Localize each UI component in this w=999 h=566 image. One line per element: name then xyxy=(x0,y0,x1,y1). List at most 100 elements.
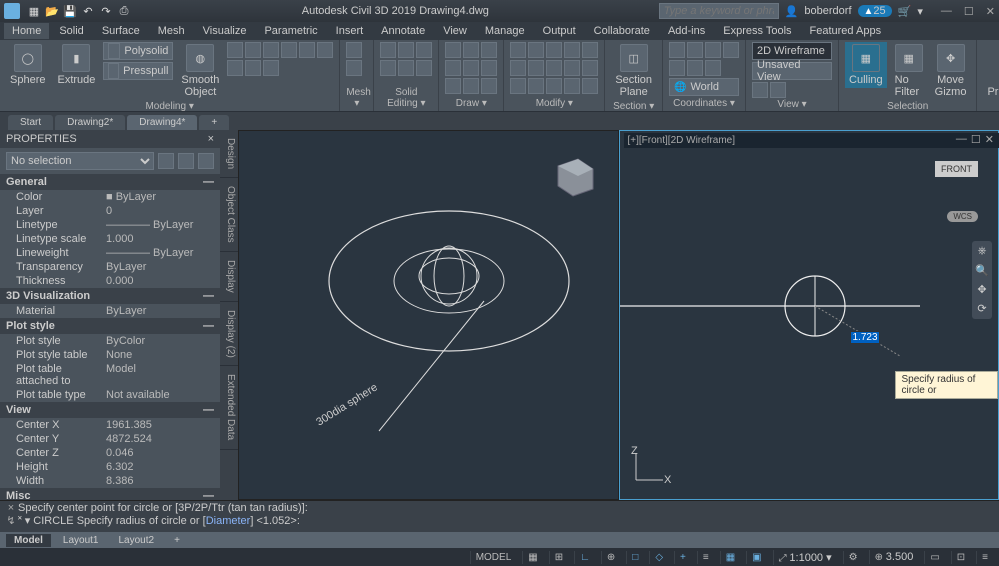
culling-button[interactable]: ▦Culling xyxy=(845,42,887,88)
open-icon[interactable]: 📂 xyxy=(44,3,60,19)
ribbon-tab-parametric[interactable]: Parametric xyxy=(256,23,325,39)
ortho-icon[interactable]: ∟ xyxy=(574,551,595,564)
prop-row[interactable]: Lineweight———— ByLayer xyxy=(0,246,220,260)
gizmo-button[interactable]: ✥Move Gizmo xyxy=(931,42,971,100)
gear-icon[interactable]: ⚙ xyxy=(843,551,863,564)
section-plane-button[interactable]: ◫Section Plane xyxy=(611,42,656,100)
prop-row[interactable]: Plot styleByColor xyxy=(0,334,220,348)
ribbon-tab-featured apps[interactable]: Featured Apps xyxy=(802,23,890,39)
view-combo[interactable]: Unsaved View xyxy=(752,62,832,80)
panel-section[interactable]: Section ▾ xyxy=(611,100,656,112)
layout-tab[interactable]: Layout1 xyxy=(55,534,107,547)
osnap-icon[interactable]: □ xyxy=(626,551,643,564)
palette-tab[interactable]: Object Class xyxy=(220,178,238,252)
prop-group[interactable]: Plot style— xyxy=(0,318,220,334)
credits-badge[interactable]: ▲25 xyxy=(858,5,892,17)
help-search-input[interactable] xyxy=(659,3,779,19)
prop-row[interactable]: Plot style tableNone xyxy=(0,348,220,362)
redo-icon[interactable]: ↷ xyxy=(98,3,114,19)
prop-group[interactable]: View— xyxy=(0,402,220,418)
doc-tab[interactable]: Start xyxy=(8,115,53,130)
print-icon[interactable]: ⎙ xyxy=(116,3,132,19)
help-icon[interactable]: ▾ xyxy=(917,5,923,18)
quick-select-icon[interactable] xyxy=(158,153,174,169)
viewport-right[interactable]: [+][Front][2D Wireframe] —☐✕ FRONT WCS ⎈… xyxy=(619,130,999,500)
prop-row[interactable]: Center Y4872.524 xyxy=(0,432,220,446)
ribbon-tab-view[interactable]: View xyxy=(435,23,475,39)
maximize-icon[interactable]: ☐ xyxy=(964,5,974,18)
prop-row[interactable]: Color■ ByLayer xyxy=(0,190,220,204)
layout-tab[interactable]: Layout2 xyxy=(110,534,162,547)
toggle-icon[interactable] xyxy=(198,153,214,169)
panel-modify[interactable]: Modify ▾ xyxy=(510,97,598,109)
ribbon-tab-collaborate[interactable]: Collaborate xyxy=(586,23,658,39)
layer-properties-button[interactable]: ▤Layer Properties xyxy=(983,42,999,100)
doc-tab[interactable]: Drawing4* xyxy=(127,115,197,130)
lineweight-icon[interactable]: ≡ xyxy=(697,551,714,564)
undo-icon[interactable]: ↶ xyxy=(80,3,96,19)
hardware-icon[interactable]: ⊡ xyxy=(951,551,970,564)
polysolid-button[interactable]: Polysolid xyxy=(103,42,173,60)
ribbon-tab-home[interactable]: Home xyxy=(4,23,49,39)
prop-row[interactable]: Thickness0.000 xyxy=(0,274,220,288)
panel-view[interactable]: View ▾ xyxy=(752,98,832,110)
model-space-button[interactable]: MODEL xyxy=(470,551,517,564)
isolate-icon[interactable]: ▭ xyxy=(924,551,944,564)
palette-tab[interactable]: Extended Data xyxy=(220,366,238,449)
visual-style-combo[interactable]: 2D Wireframe xyxy=(752,42,832,60)
ribbon-tab-insert[interactable]: Insert xyxy=(328,23,372,39)
cycling-icon[interactable]: ▣ xyxy=(746,551,766,564)
dyninput-icon[interactable]: + xyxy=(674,551,691,564)
panel-layers[interactable]: Layers ▾ xyxy=(983,100,999,112)
properties-close-icon[interactable]: × xyxy=(208,133,214,145)
ribbon-tab-output[interactable]: Output xyxy=(535,23,584,39)
cart-icon[interactable]: 🛒 xyxy=(898,5,912,18)
dynamic-input[interactable] xyxy=(850,331,880,344)
nofilter-button[interactable]: ▦No Filter xyxy=(891,42,927,100)
panel-solid-editing[interactable]: Solid Editing ▾ xyxy=(380,86,432,109)
coord-world[interactable]: 🌐 World xyxy=(669,78,739,96)
new-icon[interactable]: ▦ xyxy=(26,3,42,19)
ribbon-tab-annotate[interactable]: Annotate xyxy=(373,23,433,39)
ribbon-tab-solid[interactable]: Solid xyxy=(51,23,91,39)
add-layout-tab[interactable]: + xyxy=(166,534,188,547)
prop-row[interactable]: Height6.302 xyxy=(0,460,220,474)
prop-group[interactable]: Misc— xyxy=(0,488,220,500)
new-doc-tab[interactable]: + xyxy=(199,115,229,130)
username[interactable]: boberdorf xyxy=(804,5,851,17)
extrude-button[interactable]: ▮Extrude xyxy=(53,42,99,88)
3dosnap-icon[interactable]: ◇ xyxy=(649,551,668,564)
ribbon-tab-add-ins[interactable]: Add-ins xyxy=(660,23,713,39)
presspull-button[interactable]: Presspull xyxy=(103,62,173,80)
grid-icon[interactable]: ▦ xyxy=(522,551,542,564)
prop-row[interactable]: Plot table attached toModel xyxy=(0,362,220,388)
selection-combo[interactable]: No selection xyxy=(6,152,154,170)
transparency-icon[interactable]: ▦ xyxy=(720,551,740,564)
ribbon-tab-manage[interactable]: Manage xyxy=(477,23,533,39)
ribbon-tab-mesh[interactable]: Mesh xyxy=(150,23,193,39)
signin-icon[interactable]: 👤 xyxy=(785,5,799,18)
layout-tab[interactable]: Model xyxy=(6,534,51,547)
snap-icon[interactable]: ⊞ xyxy=(549,551,568,564)
command-line[interactable]: ×↯ Specify center point for circle or [3… xyxy=(0,500,999,532)
annoscale-button[interactable]: ⤢ 1:1000 ▾ xyxy=(773,550,837,565)
doc-tab[interactable]: Drawing2* xyxy=(55,115,125,130)
ribbon-tab-surface[interactable]: Surface xyxy=(94,23,148,39)
close-icon[interactable]: ✕ xyxy=(986,5,995,18)
sphere-button[interactable]: ◯Sphere xyxy=(6,42,49,88)
prop-row[interactable]: Width8.386 xyxy=(0,474,220,488)
prop-group[interactable]: 3D Visualization— xyxy=(0,288,220,304)
smooth-object-button[interactable]: ◍Smooth Object xyxy=(177,42,223,100)
prop-row[interactable]: Plot table typeNot available xyxy=(0,388,220,402)
panel-mesh[interactable]: Mesh ▾ xyxy=(346,86,367,109)
viewport-left[interactable]: 300dia sphere xyxy=(238,130,619,500)
ribbon-tab-visualize[interactable]: Visualize xyxy=(195,23,255,39)
prop-row[interactable]: Center Z0.046 xyxy=(0,446,220,460)
save-icon[interactable]: 💾 xyxy=(62,3,78,19)
customize-icon[interactable]: ≡ xyxy=(976,551,993,564)
prop-row[interactable]: MaterialByLayer xyxy=(0,304,220,318)
prop-row[interactable]: Linetype scale1.000 xyxy=(0,232,220,246)
units-button[interactable]: ⊕ 3.500 xyxy=(869,550,919,564)
ribbon-tab-express tools[interactable]: Express Tools xyxy=(715,23,799,39)
panel-modeling[interactable]: Modeling ▾ xyxy=(6,100,333,112)
